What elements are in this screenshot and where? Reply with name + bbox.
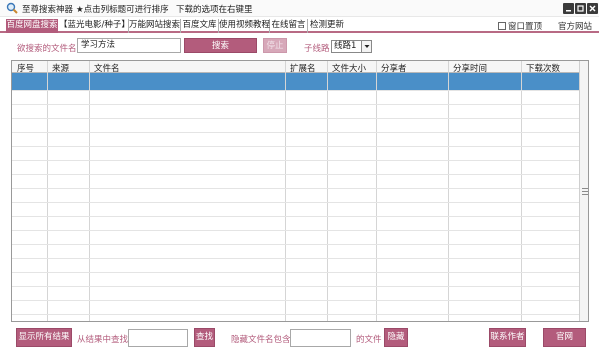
- close-icon[interactable]: [587, 3, 598, 14]
- row-divider: [12, 258, 579, 259]
- row-divider: [12, 188, 579, 189]
- hide-button[interactable]: 隐藏: [384, 328, 408, 347]
- row-divider: [12, 174, 579, 175]
- table-header: 序号 来源 文件名 扩展名 文件大小 分享者 分享时间 下载次数: [12, 61, 579, 74]
- row-divider: [12, 146, 579, 147]
- minimize-icon[interactable]: [563, 3, 574, 14]
- show-all-results-button[interactable]: 显示所有结果: [16, 328, 72, 347]
- column-divider: [89, 61, 90, 321]
- column-divider: [448, 61, 449, 321]
- row-divider: [12, 160, 579, 161]
- search-filename-label: 欲搜索的文件名:: [17, 44, 80, 54]
- tab-baidu-pan-search[interactable]: 百度网盘搜索: [6, 19, 58, 33]
- column-divider: [521, 61, 522, 321]
- download-tip: 下载的选项在右键里: [176, 5, 253, 15]
- hide-filename-input[interactable]: [290, 329, 351, 347]
- row-divider: [12, 272, 579, 273]
- filter-results-input[interactable]: [128, 329, 188, 347]
- tab-check-update[interactable]: 检测更新: [308, 19, 346, 33]
- tab-bluray-movies[interactable]: 【蓝光电影/种子】: [59, 19, 130, 33]
- pin-window-label[interactable]: 窗口置顶: [508, 20, 542, 32]
- search-input[interactable]: 学习方法: [77, 38, 181, 53]
- row-divider: [12, 230, 579, 231]
- official-site-button[interactable]: 官网: [543, 328, 586, 347]
- row-divider: [12, 104, 579, 105]
- row-divider: [12, 132, 579, 133]
- tab-universal-site-search[interactable]: 万能网站搜索: [129, 19, 181, 33]
- row-divider: [12, 300, 579, 301]
- tab-video-tutorial[interactable]: 使用视频教程: [219, 19, 270, 33]
- stop-button[interactable]: 停止: [263, 38, 287, 53]
- column-divider: [376, 61, 377, 321]
- vertical-scrollbar[interactable]: [579, 61, 588, 321]
- results-table[interactable]: 序号 来源 文件名 扩展名 文件大小 分享者 分享时间 下载次数: [11, 60, 589, 322]
- chevron-down-icon[interactable]: [361, 41, 371, 52]
- find-button[interactable]: 查找: [194, 328, 215, 347]
- magnifier-app-icon: [6, 2, 18, 14]
- column-divider: [47, 61, 48, 321]
- pin-window-checkbox[interactable]: [498, 22, 506, 30]
- file-suffix-label: 的文件: [356, 335, 382, 345]
- tab-bar: 百度网盘搜索 【蓝光电影/种子】 万能网站搜索 百度文库 使用视频教程 在线留言…: [0, 17, 599, 33]
- row-divider: [12, 314, 579, 315]
- contact-author-button[interactable]: 联系作者: [489, 328, 526, 347]
- hide-filename-label: 隐藏文件名包含:: [231, 335, 294, 345]
- row-divider: [12, 118, 579, 119]
- column-divider: [327, 61, 328, 321]
- app-title: 至尊搜索神器: [22, 5, 74, 15]
- row-divider: [12, 216, 579, 217]
- tab-baidu-wenku[interactable]: 百度文库: [181, 19, 219, 33]
- row-divider: [12, 244, 579, 245]
- row-divider: [12, 90, 579, 91]
- maximize-icon[interactable]: [575, 3, 586, 14]
- line-label: 子线路: [304, 44, 330, 54]
- line-select[interactable]: 线路1: [331, 40, 372, 53]
- title-bar: 至尊搜索神器 ★点击列标题可进行排序 下载的选项在右键里: [0, 0, 599, 17]
- bottom-bar: 显示所有结果 从结果中查找: 查找 隐藏文件名包含: 的文件 隐藏 联系作者 官…: [0, 324, 599, 352]
- line-select-value: 线路1: [334, 41, 357, 51]
- official-site-link[interactable]: 官方网站: [558, 20, 592, 32]
- row-divider: [12, 286, 579, 287]
- sort-tip: ★点击列标题可进行排序: [76, 5, 169, 15]
- search-button[interactable]: 搜索: [184, 38, 257, 53]
- filter-results-label: 从结果中查找:: [77, 335, 131, 345]
- scroll-grip-icon[interactable]: [582, 186, 588, 196]
- column-divider: [285, 61, 286, 321]
- table-row-selected[interactable]: [12, 73, 579, 90]
- tab-online-message[interactable]: 在线留言: [270, 19, 308, 33]
- row-divider: [12, 202, 579, 203]
